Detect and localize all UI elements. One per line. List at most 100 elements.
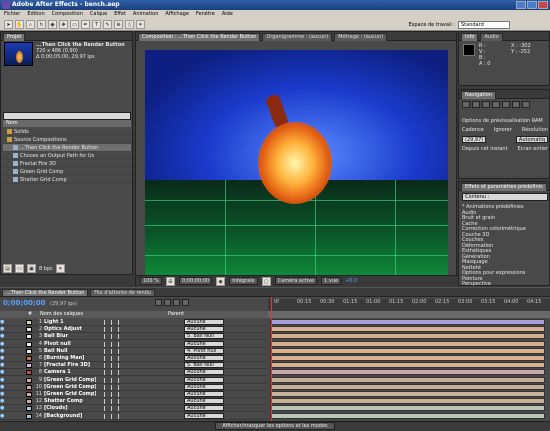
solo-icon[interactable] (16, 341, 24, 347)
layer-row[interactable]: ● 1 Light 1 Aucune (0, 319, 268, 326)
layer-duration-bar[interactable] (270, 347, 545, 354)
layer-row[interactable]: ● 3 Ball Blur 5. Ball Null (0, 333, 268, 341)
solo-icon[interactable] (16, 348, 24, 354)
layer-name[interactable]: Ball Null (44, 348, 96, 354)
eye-icon[interactable]: ● (0, 384, 8, 390)
parent-dropdown[interactable]: Aucune (184, 405, 224, 412)
solo-icon[interactable] (16, 413, 24, 419)
audio-icon[interactable] (8, 341, 16, 347)
parent-dropdown[interactable]: Aucune (184, 412, 224, 419)
parent-dropdown[interactable]: Aucune (184, 326, 224, 333)
trash-icon[interactable]: ✕ (55, 264, 65, 273)
parent-dropdown[interactable]: Aucune (184, 398, 224, 405)
switch-icon[interactable] (118, 384, 122, 390)
layer-duration-bar[interactable] (270, 333, 545, 340)
time-ruler[interactable]: 0f 00:15 00:30 01:15 01:00 01:15 02:00 02:15 03:… (268, 299, 550, 311)
eye-icon[interactable]: ● (0, 413, 8, 419)
loop-icon[interactable] (512, 101, 520, 108)
menu-window[interactable]: Fenêtre (196, 11, 215, 18)
layer-row[interactable]: ● 2 Optics Adjust Aucune (0, 326, 268, 334)
switch-icon[interactable] (111, 413, 115, 419)
clone-tool-icon[interactable]: ⊕ (114, 20, 123, 29)
layer-duration-bar[interactable] (270, 362, 545, 369)
solo-icon[interactable] (16, 326, 24, 332)
selection-tool-icon[interactable]: ➤ (4, 20, 13, 29)
from-current-checkbox[interactable]: Depuis cet instant (462, 146, 508, 154)
menu-file[interactable]: Fichier (4, 11, 20, 18)
layer-row[interactable]: ● 10 [Green Grid Comp] Aucune (0, 383, 268, 391)
layer-name[interactable]: [Clouds] (44, 405, 96, 411)
label-color-swatch[interactable] (26, 327, 32, 333)
audio-icon[interactable] (8, 333, 16, 339)
pen-tool-icon[interactable]: ✒ (81, 20, 90, 29)
workspace-dropdown[interactable]: Standard (458, 21, 510, 29)
bit-depth[interactable]: 8 bpc (39, 266, 53, 272)
parent-dropdown[interactable]: 4. Pivot null (184, 347, 224, 354)
switch-icon[interactable] (118, 399, 122, 405)
layer-row[interactable]: ● 9 [Green Grid Comp] Aucune (0, 376, 268, 384)
eye-icon[interactable]: ● (0, 319, 8, 325)
hand-tool-icon[interactable]: ✋ (15, 20, 24, 29)
tab-effects[interactable]: Effets et paramètres prédéfinis (461, 183, 547, 191)
timeline-timecode[interactable]: 0;00;00;00 (3, 299, 46, 307)
last-frame-icon[interactable] (502, 101, 510, 108)
layer-duration-bar[interactable] (270, 412, 545, 419)
layer-name[interactable]: [Background] (44, 413, 96, 419)
eye-icon[interactable]: ● (0, 398, 8, 404)
switch-icon[interactable] (118, 334, 122, 340)
layer-name[interactable]: [Fractal Fire 3D] (44, 362, 96, 368)
eye-icon[interactable]: ● (0, 362, 8, 368)
layer-name[interactable]: [Green Grid Comp] (44, 391, 96, 397)
solo-icon[interactable] (16, 319, 24, 325)
switch-icon[interactable] (111, 392, 115, 397)
label-color-swatch[interactable] (26, 356, 32, 361)
resolution-select[interactable]: Intégrale (229, 277, 258, 285)
audio-icon[interactable] (8, 377, 16, 383)
eye-icon[interactable]: ● (0, 355, 8, 361)
switch-icon[interactable] (104, 370, 108, 376)
layer-name[interactable]: Optics Adjust (44, 326, 96, 332)
work-area-bar[interactable] (268, 311, 550, 318)
switch-icon[interactable] (111, 399, 115, 405)
layer-name[interactable]: Shatter Comp (44, 398, 96, 404)
audio-icon[interactable] (8, 405, 16, 411)
label-color-swatch[interactable] (26, 363, 32, 369)
parent-dropdown[interactable]: Aucune (184, 391, 224, 397)
label-color-swatch[interactable] (26, 334, 32, 340)
label-color-swatch[interactable] (26, 348, 32, 354)
eye-icon[interactable]: ● (0, 369, 8, 375)
audio-icon[interactable] (8, 391, 16, 397)
audio-icon[interactable] (8, 369, 16, 375)
audio-icon[interactable] (8, 326, 16, 332)
solo-icon[interactable] (16, 369, 24, 375)
audio-icon[interactable] (8, 362, 16, 368)
layer-row[interactable]: ● 14 [Background] Aucune (0, 412, 268, 420)
close-button[interactable] (538, 1, 548, 9)
solo-icon[interactable] (16, 377, 24, 383)
tab-footage[interactable]: Métrage : (aucun) (334, 33, 388, 41)
parent-dropdown[interactable]: Aucune (184, 355, 224, 361)
ram-options-label[interactable]: Options de prévisualisation RAM (462, 118, 543, 126)
label-color-swatch[interactable] (26, 399, 32, 405)
switch-icon[interactable] (118, 363, 122, 369)
layer-name[interactable]: [Burning Man] (44, 355, 96, 361)
eye-icon[interactable]: ● (0, 377, 8, 383)
switch-icon[interactable] (118, 341, 122, 347)
switch-icon[interactable] (111, 363, 115, 369)
eye-icon[interactable]: ● (0, 405, 8, 411)
tab-audio[interactable]: Audio (480, 33, 503, 41)
layer-name[interactable]: Camera 1 (44, 369, 96, 375)
layer-name[interactable]: [Green Grid Comp] (44, 384, 96, 390)
audio-icon[interactable] (8, 319, 16, 325)
layer-name[interactable]: Pivot null (44, 341, 96, 347)
switch-icon[interactable] (104, 377, 108, 383)
switch-icon[interactable] (118, 327, 122, 333)
switch-icon[interactable] (118, 356, 122, 361)
ram-preview-icon[interactable] (522, 101, 530, 108)
parent-dropdown[interactable]: Aucune (184, 340, 224, 347)
project-column-name[interactable]: Nom (3, 120, 131, 127)
brush-tool-icon[interactable]: ✎ (103, 20, 112, 29)
motion-blur-icon[interactable] (173, 299, 180, 306)
label-color-swatch[interactable] (26, 413, 32, 419)
layer-duration-bar[interactable] (270, 398, 545, 405)
